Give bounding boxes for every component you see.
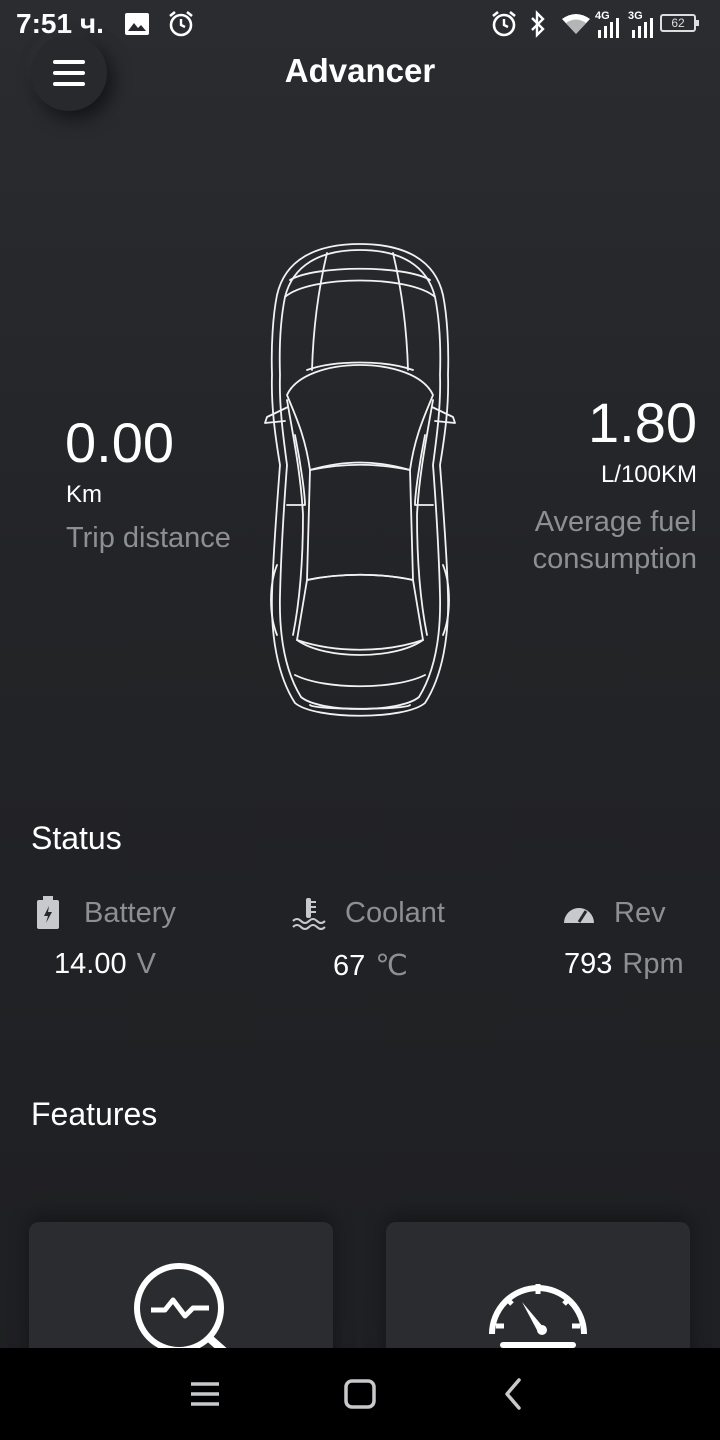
image-icon <box>125 13 149 35</box>
signal-icon <box>632 18 653 38</box>
battery-icon <box>37 896 59 929</box>
system-nav-bar <box>0 1348 720 1440</box>
rev-value: 793 <box>564 948 613 980</box>
speedometer-icon <box>564 908 594 923</box>
battery-label: Battery <box>84 897 176 929</box>
trip-distance-unit: Km <box>66 481 102 508</box>
home-icon[interactable] <box>300 1348 420 1440</box>
coolant-icon <box>292 898 326 930</box>
car-top-view-illustration <box>264 243 456 717</box>
diagnostics-icon <box>134 1263 228 1352</box>
fuel-consumption-value: 1.80 <box>588 391 697 454</box>
recents-icon[interactable] <box>145 1348 265 1440</box>
battery-value: 14.00 <box>54 948 127 980</box>
fuel-consumption-label: Average fuel consumption <box>532 506 697 575</box>
battery-unit: V <box>136 948 156 980</box>
gauge-icon <box>489 1284 587 1348</box>
trip-distance-label: Trip distance <box>66 522 231 554</box>
trip-distance-value: 0.00 <box>65 411 174 474</box>
alarm-icon <box>492 10 516 37</box>
rev-value-row: 793 Rpm <box>564 948 684 981</box>
battery-value-row: 14.00 V <box>54 948 156 981</box>
bluetooth-icon <box>531 10 545 38</box>
signal-icon <box>598 18 619 38</box>
back-icon[interactable] <box>455 1348 575 1440</box>
fuel-consumption-unit: L/100KM <box>600 461 697 488</box>
status-section-title: Status <box>31 820 122 856</box>
coolant-value: 67 <box>333 950 366 982</box>
rev-label: Rev <box>614 897 666 929</box>
alarm-icon <box>169 10 193 37</box>
app-title: Advancer <box>284 52 436 89</box>
coolant-label: Coolant <box>345 897 445 929</box>
rev-unit: Rpm <box>622 948 684 980</box>
coolant-value-row: 67 ℃ <box>333 948 408 983</box>
coolant-unit: ℃ <box>375 950 408 982</box>
battery-indicator: 62 <box>660 14 699 32</box>
status-bar: 7:51 ч. 4G 3G 62 <box>0 0 720 50</box>
wifi-icon <box>562 14 590 34</box>
app-screen: 7:51 ч. 4G 3G 62 Advancer 0.00 Km Trip d… <box>0 0 720 1440</box>
features-section-title: Features <box>31 1096 158 1132</box>
